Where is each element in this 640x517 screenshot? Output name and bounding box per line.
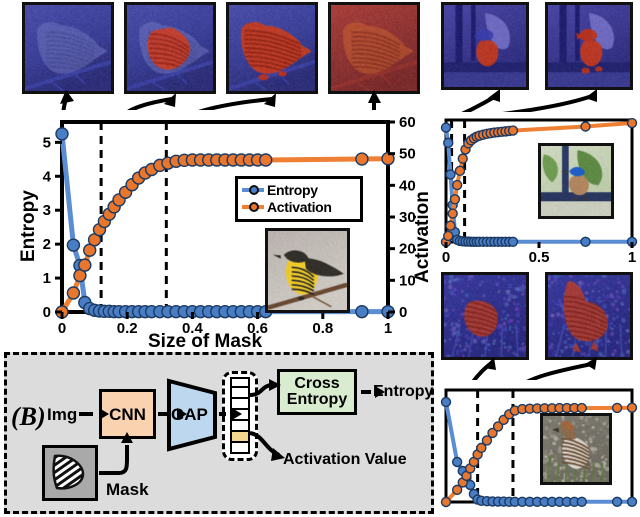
thumbnail-sparrow-mask-small	[441, 272, 529, 360]
thumbnail-bunting-mask-small	[441, 2, 529, 90]
legend-label-entropy: Entropy	[267, 182, 318, 198]
svg-text:0: 0	[399, 304, 407, 321]
svg-text:1: 1	[43, 270, 51, 287]
svg-text:0: 0	[43, 304, 51, 321]
legend-label-activation: Activation	[267, 199, 332, 215]
svg-text:2: 2	[43, 236, 51, 253]
thumbnail-bunting-mask-large	[545, 2, 633, 90]
svg-text:1: 1	[628, 249, 636, 266]
x-axis-title: Size of Mask	[148, 331, 262, 353]
y-axis-left-title: Entropy	[18, 190, 40, 262]
svg-text:0.2: 0.2	[117, 320, 138, 337]
panel-b: (B) Img CNN GAP Cross Entropy Entropy Ac…	[4, 352, 434, 514]
thumbnail-warbler-mask-032	[226, 2, 318, 94]
svg-text:60: 60	[399, 114, 416, 131]
svg-text:4: 4	[43, 168, 52, 185]
thumbnail-sparrow-mask-large	[545, 272, 633, 360]
svg-text:0.5: 0.5	[529, 249, 550, 266]
panel-b-connectors	[7, 355, 437, 517]
y-axis-right-title: Activation	[412, 191, 434, 283]
chart-legend: Entropy Activation	[235, 176, 363, 222]
svg-text:1: 1	[384, 320, 392, 337]
thumbnail-warbler-mask-00	[22, 2, 114, 94]
svg-text:3: 3	[43, 202, 51, 219]
svg-text:50: 50	[399, 146, 416, 163]
thumbnail-warbler-mask-10	[328, 2, 420, 94]
legend-item-activation: Activation	[242, 198, 356, 215]
svg-text:0.8: 0.8	[312, 320, 333, 337]
thumbnail-warbler-mask-012	[124, 2, 216, 94]
svg-text:0: 0	[58, 320, 66, 337]
legend-item-entropy: Entropy	[242, 181, 356, 198]
inset-yellow-warbler	[265, 228, 350, 313]
legend-swatch-entropy	[242, 188, 264, 192]
inset-sparrow	[540, 413, 612, 485]
inset-blue-bunting	[538, 143, 614, 219]
panel-a-chart: 0 0.2 0.4 0.6 0.8 1 0 1 2 3 4 5 0 10 20 30 40 50 60	[0, 110, 430, 350]
legend-swatch-activation	[242, 205, 264, 209]
svg-text:0: 0	[442, 249, 450, 266]
svg-text:5: 5	[43, 134, 51, 151]
